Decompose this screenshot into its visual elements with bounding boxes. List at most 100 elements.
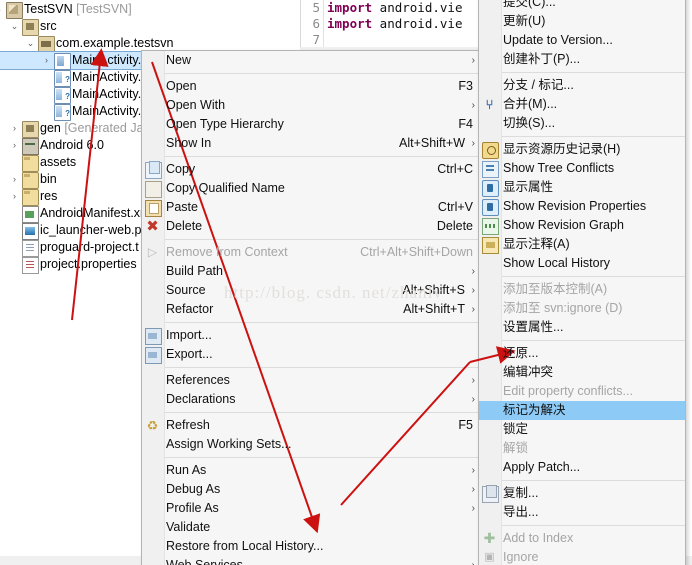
menu-item-label: New: [166, 53, 192, 67]
history-icon: [482, 142, 499, 159]
menu-item[interactable]: 更新(U): [479, 12, 685, 31]
menu-item: 添加至版本控制(A): [479, 280, 685, 299]
menu-item[interactable]: Show Revision Properties: [479, 197, 685, 216]
menu-item[interactable]: Profile As ›: [142, 499, 481, 518]
chevron-right-icon: ›: [471, 394, 475, 405]
menu-item-label: Open Type Hierarchy: [166, 117, 284, 131]
copy-icon: [145, 161, 162, 179]
tree-item[interactable]: ⌄ TestSVN [TestSVN]: [0, 1, 300, 19]
menu-item[interactable]: Update to Version...: [479, 31, 685, 50]
java-file-question-icon: [54, 104, 71, 122]
menu-item-label: 合并(M)...: [503, 97, 558, 111]
menu-item-label: Assign Working Sets...: [166, 437, 292, 451]
menu-item[interactable]: Open Type Hierarchy F4: [142, 115, 481, 134]
menu-item[interactable]: Copy Ctrl+C: [142, 160, 481, 179]
menu-separator: [164, 367, 481, 368]
chevron-right-icon: ›: [471, 55, 475, 66]
menu-item[interactable]: Show Tree Conflicts: [479, 159, 685, 178]
chevron-right-icon[interactable]: ›: [9, 188, 20, 205]
menu-item[interactable]: Debug As ›: [142, 480, 481, 499]
menu-item[interactable]: 编辑冲突: [479, 363, 685, 382]
chevron-down-icon[interactable]: ⌄: [25, 35, 36, 52]
menu-item[interactable]: Web Services ›: [142, 556, 481, 565]
menu-item-label: Update to Version...: [503, 33, 613, 47]
tree-item[interactable]: ⌄ src: [0, 18, 300, 36]
menu-item[interactable]: Show Revision Graph: [479, 216, 685, 235]
menu-item[interactable]: Restore from Local History...: [142, 537, 481, 556]
menu-item-label: Show In: [166, 136, 212, 150]
chevron-right-icon[interactable]: ›: [9, 120, 20, 137]
menu-item[interactable]: New ›: [142, 51, 481, 70]
tree-item-label: MainActivity.ja: [72, 53, 151, 67]
menu-item[interactable]: Copy Qualified Name: [142, 179, 481, 198]
line-number: 5: [312, 0, 320, 15]
chevron-right-icon: ›: [471, 100, 475, 111]
menu-item[interactable]: 显示注释(A): [479, 235, 685, 254]
menu-separator: [501, 480, 685, 481]
chevron-right-icon: ›: [472, 556, 475, 565]
menu-item[interactable]: ✖ Delete Delete: [142, 217, 481, 236]
chevron-right-icon[interactable]: ›: [9, 137, 20, 154]
package-icon: [38, 36, 55, 53]
menu-item[interactable]: Open With ›: [142, 96, 481, 115]
menu-item-label: 导出...: [503, 505, 539, 519]
menu-item-label: References: [166, 373, 230, 387]
menu-item[interactable]: 标记为解决: [479, 401, 685, 420]
menu-item[interactable]: Paste Ctrl+V: [142, 198, 481, 217]
menu-item[interactable]: Open F3: [142, 77, 481, 96]
menu-item[interactable]: Show Local History: [479, 254, 685, 273]
menu-item[interactable]: 锁定: [479, 420, 685, 439]
menu-item[interactable]: References ›: [142, 371, 481, 390]
menu-item[interactable]: Run As ›: [142, 461, 481, 480]
tree-item-label: src: [40, 19, 57, 33]
chevron-down-icon[interactable]: ⌄: [9, 18, 20, 35]
menu-item: ▷ Remove from Context Ctrl+Alt+Shift+Down: [142, 243, 481, 262]
menu-item[interactable]: 设置属性...: [479, 318, 685, 337]
menu-item[interactable]: Assign Working Sets...: [142, 435, 481, 454]
tree-item-label: bin: [40, 172, 57, 186]
menu-item[interactable]: ⑂ 合并(M)...: [479, 95, 685, 114]
menu-item[interactable]: Import...: [142, 326, 481, 345]
chevron-down-icon[interactable]: ⌄: [0, 1, 4, 18]
menu-item[interactable]: Apply Patch...: [479, 458, 685, 477]
folder-icon: [22, 172, 39, 189]
menu-item[interactable]: Show In Alt+Shift+W ›: [142, 134, 481, 153]
menu-item-label: Open: [166, 79, 197, 93]
menu-item[interactable]: 显示资源历史记录(H): [479, 140, 685, 159]
chevron-right-icon: ›: [471, 138, 475, 149]
menu-separator: [501, 276, 685, 277]
menu-item-label: Delete: [166, 219, 203, 233]
menu-item[interactable]: Validate: [142, 518, 481, 537]
line-number: 6: [312, 16, 320, 31]
menu-item[interactable]: 还原...: [479, 344, 685, 363]
team-svn-submenu[interactable]: 提交(C)... 更新(U) Update to Version... 创建补丁(P)…: [478, 0, 686, 565]
tree-item-label: gen [Generated Jav: [40, 121, 150, 135]
menu-item[interactable]: Declarations ›: [142, 390, 481, 409]
menu-item[interactable]: Build Path ›: [142, 262, 481, 281]
menu-item[interactable]: 分支 / 标记...: [479, 76, 685, 95]
menu-item-shortcut: Ctrl+Alt+Shift+Down: [360, 245, 473, 259]
source-folder-icon: [22, 19, 39, 36]
menu-item[interactable]: 切换(S)...: [479, 114, 685, 133]
text-file-icon: [22, 240, 39, 257]
chevron-right-icon: ›: [471, 484, 475, 495]
menu-item[interactable]: 显示属性: [479, 178, 685, 197]
menu-item[interactable]: 提交(C)...: [479, 0, 685, 12]
tree-item-label: Android 6.0: [40, 138, 104, 152]
menu-item-shortcut: F5: [458, 418, 473, 432]
menu-item[interactable]: ♻ Refresh F5: [142, 416, 481, 435]
menu-item[interactable]: Export...: [142, 345, 481, 364]
menu-separator: [164, 156, 481, 157]
menu-item-label: Refactor: [166, 302, 214, 316]
java-editor[interactable]: 567 import android.vie import android.vie: [300, 0, 477, 48]
menu-item[interactable]: 创建补丁(P)...: [479, 50, 685, 69]
menu-item[interactable]: 复制...: [479, 484, 685, 503]
editor-gutter: 567: [301, 0, 324, 47]
menu-item-label: Refresh: [166, 418, 210, 432]
menu-item[interactable]: 导出...: [479, 503, 685, 522]
file-context-menu[interactable]: New › Open F3 Open With › Open Type Hierarchy F…: [141, 50, 482, 565]
tree-item-label: MainActivity.ja: [72, 70, 151, 84]
chevron-right-icon[interactable]: ›: [9, 171, 20, 188]
chevron-right-icon[interactable]: ›: [41, 52, 52, 69]
